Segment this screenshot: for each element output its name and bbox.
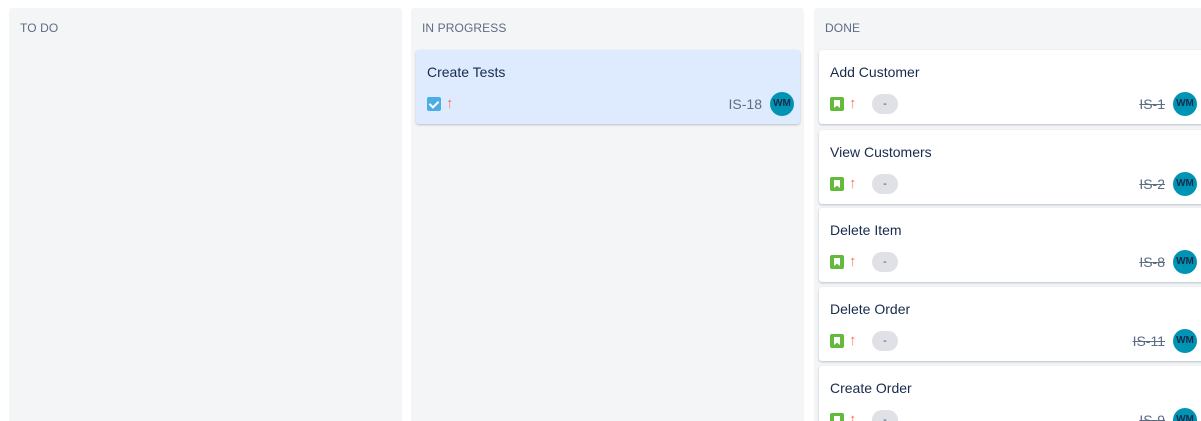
card-title: Create Tests [427,64,506,80]
card-footer: ↑ - IS-1 WM [830,92,1197,116]
task-checkbox-icon [427,97,441,111]
issue-card[interactable]: Add Customer ↑ - IS-1 WM [819,50,1201,124]
avatar[interactable]: WM [1173,250,1197,274]
estimate-badge[interactable]: - [872,94,898,114]
issue-card[interactable]: View Customers ↑ - IS-2 WM [819,130,1201,204]
card-footer: ↑ - IS-2 WM [830,172,1197,196]
issue-key[interactable]: IS-1 [1139,96,1165,112]
card-title: View Customers [830,144,932,160]
story-bookmark-icon [830,255,844,269]
column-header-todo: TO DO [20,21,59,35]
avatar[interactable]: WM [770,92,794,116]
estimate-badge[interactable]: - [872,174,898,194]
issue-card[interactable]: Delete Order ↑ - IS-11 WM [819,287,1201,361]
card-title: Delete Item [830,222,902,238]
estimate-badge[interactable]: - [872,252,898,272]
column-todo[interactable]: TO DO [9,8,402,421]
story-bookmark-icon [830,334,844,348]
column-header-done: DONE [825,21,861,35]
arrow-up-icon: ↑ [849,95,857,112]
issue-key[interactable]: IS-9 [1139,412,1165,421]
avatar[interactable]: WM [1173,408,1197,421]
story-bookmark-icon [830,413,844,421]
issue-key[interactable]: IS-2 [1139,176,1165,192]
story-bookmark-icon [830,177,844,191]
estimate-badge[interactable]: - [872,331,898,351]
issue-key[interactable]: IS-11 [1133,333,1165,349]
avatar[interactable]: WM [1173,92,1197,116]
card-footer: ↑ - IS-9 WM [830,408,1197,421]
card-footer: ↑ - IS-11 WM [830,329,1197,353]
avatar[interactable]: WM [1173,329,1197,353]
issue-card[interactable]: Create Tests ↑ IS-18 WM [416,50,800,124]
issue-card[interactable]: Delete Item ↑ - IS-8 WM [819,208,1201,282]
issue-card[interactable]: Create Order ↑ - IS-9 WM [819,366,1201,421]
card-title: Delete Order [830,301,911,317]
issue-key[interactable]: IS-8 [1139,254,1165,270]
card-title: Add Customer [830,64,920,80]
column-in-progress[interactable]: IN PROGRESS Create Tests ↑ IS-18 WM [411,8,804,421]
arrow-up-icon: ↑ [849,411,857,421]
story-bookmark-icon [830,97,844,111]
kanban-board: TO DO IN PROGRESS Create Tests ↑ IS-18 W… [0,0,1201,421]
avatar[interactable]: WM [1173,172,1197,196]
column-header-in-progress: IN PROGRESS [422,21,507,35]
card-footer: ↑ - IS-8 WM [830,250,1197,274]
arrow-up-icon: ↑ [446,95,454,112]
issue-key[interactable]: IS-18 [729,96,762,112]
estimate-badge[interactable]: - [872,410,898,421]
column-done[interactable]: DONE Add Customer ↑ - IS-1 WM View Custo… [814,8,1201,421]
card-title: Create Order [830,380,912,396]
arrow-up-icon: ↑ [849,332,857,349]
card-footer: ↑ IS-18 WM [427,92,794,116]
arrow-up-icon: ↑ [849,253,857,270]
arrow-up-icon: ↑ [849,175,857,192]
